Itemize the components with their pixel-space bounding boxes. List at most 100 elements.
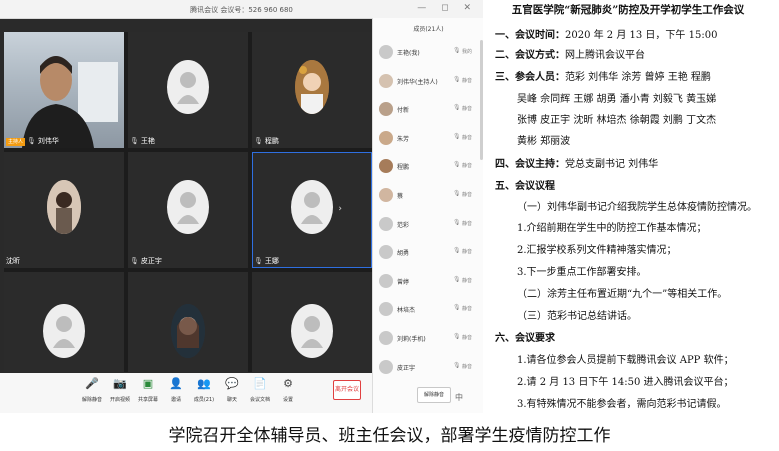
member-row[interactable]: 朱芳 🎙 静音 bbox=[373, 124, 477, 153]
attendees-line: 吴峰 佘同辉 王娜 胡勇 潘小青 刘毅飞 黄玉娣 bbox=[517, 94, 717, 105]
unmute-all-button[interactable]: 解除静音 bbox=[417, 387, 451, 403]
attendees-line: 黄彬 郑丽波 bbox=[517, 136, 571, 147]
mic-icon: 🎙 bbox=[254, 137, 263, 145]
mic-muted-icon[interactable]: 🎙 bbox=[453, 133, 461, 140]
notice-mode: 二、会议方式：网上腾讯会议平台 bbox=[495, 50, 645, 61]
agenda-item: （一）刘伟华副书记介绍我院学生总体疫情防控情况。 bbox=[517, 202, 757, 213]
requirement-item: 3.有特殊情况不能参会者，需向范彩书记请假。 bbox=[517, 399, 727, 410]
member-avatar bbox=[379, 302, 393, 317]
attendees-line: 张博 皮正宇 沈昕 林培杰 徐朝霞 刘鹏 丁文杰 bbox=[517, 115, 717, 126]
members-list: 王艳(我) 🎙 我的 刘伟华(主持人) 🎙 静音 付新 🎙 静音 朱芳 🎙 静音 程鹏 🎙 静音蔡 🎙 静音 范彩… bbox=[373, 38, 477, 381]
video-tile[interactable]: 沈昕 bbox=[4, 152, 124, 268]
unmute-button[interactable]: 🎤 解除静音 bbox=[78, 377, 106, 403]
chevron-right-icon[interactable]: › bbox=[338, 204, 342, 214]
member-status: 静音 bbox=[462, 363, 473, 370]
avatar-image-icon bbox=[295, 60, 329, 114]
avatar-placeholder bbox=[167, 180, 209, 234]
member-avatar bbox=[379, 159, 393, 174]
user-silhouette-icon bbox=[177, 72, 199, 104]
member-status: 静音 bbox=[462, 191, 473, 198]
mic-muted-icon[interactable]: 🎙 bbox=[453, 47, 461, 54]
member-status: 静音 bbox=[462, 134, 473, 141]
mic-muted-icon[interactable]: 🎙 bbox=[453, 247, 461, 254]
member-avatar bbox=[379, 130, 393, 145]
member-status: 静音 bbox=[462, 220, 473, 227]
member-status: 静音 bbox=[462, 77, 473, 84]
member-status: 静音 bbox=[462, 334, 473, 341]
start-video-button[interactable]: 📷 开启视频 bbox=[106, 377, 134, 403]
member-name: 蔡 bbox=[397, 192, 404, 200]
chat-icon: 💬 bbox=[225, 377, 239, 390]
share-screen-button[interactable]: ▣ 共享屏幕 bbox=[134, 377, 162, 403]
member-status: 静音 bbox=[462, 163, 473, 170]
mic-muted-icon[interactable]: 🎙 bbox=[453, 276, 461, 283]
video-tile[interactable]: 🎙 王艳 bbox=[128, 32, 248, 148]
notice-attendees: 三、参会人员：范彩 刘伟华 涂芳 曾婷 王艳 程鹏 bbox=[495, 72, 711, 83]
mic-muted-icon[interactable]: 🎙 bbox=[453, 362, 461, 369]
members-icon: 👥 bbox=[197, 377, 211, 390]
mic-muted-icon[interactable]: 🎙 bbox=[453, 76, 461, 83]
video-tile[interactable]: 主持人 🎙 刘伟华 bbox=[4, 32, 124, 148]
mic-muted-icon[interactable]: 🎙 bbox=[453, 104, 461, 111]
avatar-image-icon bbox=[171, 304, 205, 358]
notice-requirements-heading: 六、会议要求 bbox=[495, 333, 555, 344]
meeting-notice: 五官医学院“新冠肺炎”防控及开学初学生工作会议 一、会议时间：2020 年 2 … bbox=[483, 0, 779, 413]
member-name: 付新 bbox=[397, 107, 410, 115]
member-name: 曾婷 bbox=[397, 278, 410, 286]
avatar-image-icon bbox=[47, 180, 81, 234]
window-titlebar: 腾讯会议 会议号：526 960 680 — ◻ ✕ bbox=[0, 0, 483, 19]
window-controls[interactable]: — ◻ ✕ bbox=[417, 3, 477, 13]
requirement-item: 2.请 2 月 13 日下午 14:50 进入腾讯会议平台； bbox=[517, 377, 734, 388]
member-row[interactable]: 程鹏 🎙 静音 bbox=[373, 152, 477, 181]
mic-icon: 🎙 bbox=[130, 137, 139, 145]
video-tile-selected[interactable]: › 🎙 王娜 bbox=[252, 152, 372, 268]
member-row[interactable]: 蔡 🎙 静音 bbox=[373, 181, 477, 210]
avatar-photo bbox=[295, 60, 329, 114]
video-tile[interactable]: 🎙 程鹏 bbox=[252, 32, 372, 148]
agenda-item: （三）范彩书记总结讲话。 bbox=[517, 311, 637, 322]
agenda-item: 2.汇报学校系列文件精神落实情况； bbox=[517, 245, 677, 256]
invite-button[interactable]: 👤 邀请 bbox=[162, 377, 190, 403]
member-status: 静音 bbox=[462, 277, 473, 284]
video-tile[interactable] bbox=[128, 272, 248, 372]
avatar-photo bbox=[171, 304, 205, 358]
notice-time: 一、会议时间：2020 年 2 月 13 日，下午 15:00 bbox=[495, 30, 718, 41]
documents-button[interactable]: 📄 会议文档 bbox=[246, 377, 274, 403]
member-row[interactable]: 刘莉(手机) 🎙 静音 bbox=[373, 324, 477, 353]
member-name: 王艳(我) bbox=[397, 50, 420, 57]
member-avatar bbox=[379, 330, 393, 345]
member-row[interactable]: 胡勇 🎙 静音 bbox=[373, 238, 477, 267]
person-video-icon bbox=[22, 56, 118, 148]
member-avatar bbox=[379, 359, 393, 374]
member-row[interactable]: 皮正宇 🎙 静音 bbox=[373, 353, 477, 382]
tile-name: 主持人 🎙 刘伟华 bbox=[6, 137, 59, 146]
member-name: 林培杰 bbox=[397, 307, 416, 315]
video-tile[interactable]: 🎙 皮正宇 bbox=[128, 152, 248, 268]
tile-name: 🎙 程鹏 bbox=[254, 137, 279, 145]
input-method-icon[interactable]: 中 bbox=[455, 392, 463, 403]
mic-muted-icon[interactable]: 🎙 bbox=[453, 161, 461, 168]
mic-icon: 🎙 bbox=[130, 257, 139, 265]
settings-button[interactable]: ⚙ 设置 bbox=[274, 377, 302, 403]
member-row[interactable]: 范彩 🎙 静音 bbox=[373, 210, 477, 239]
tile-name: 🎙 皮正宇 bbox=[130, 257, 162, 265]
member-row[interactable]: 刘伟华(主持人) 🎙 静音 bbox=[373, 67, 477, 96]
members-button[interactable]: 👥 成员(21) bbox=[190, 377, 218, 403]
video-tile[interactable] bbox=[4, 272, 124, 372]
mic-muted-icon[interactable]: 🎙 bbox=[453, 333, 461, 340]
photo-caption: 学院召开全体辅导员、班主任会议，部署学生疫情防控工作 bbox=[168, 426, 611, 446]
mic-muted-icon[interactable]: 🎙 bbox=[453, 304, 461, 311]
member-row[interactable]: 林培杰 🎙 静音 bbox=[373, 295, 477, 324]
chat-button[interactable]: 💬 聊天 bbox=[218, 377, 246, 403]
leave-meeting-button[interactable]: 离开会议 bbox=[333, 380, 361, 400]
mic-muted-icon[interactable]: 🎙 bbox=[453, 190, 461, 197]
user-silhouette-icon bbox=[301, 192, 323, 224]
member-row[interactable]: 付新 🎙 静音 bbox=[373, 95, 477, 124]
video-grid: 主持人 🎙 刘伟华 🎙 王艳 🎙 程鹏 沈昕 🎙 皮正宇 › 🎙 王娜 bbox=[4, 32, 372, 372]
member-avatar bbox=[379, 187, 393, 202]
video-tile[interactable] bbox=[252, 272, 372, 372]
member-row[interactable]: 曾婷 🎙 静音 bbox=[373, 267, 477, 296]
notice-chair: 四、会议主持：党总支副书记 刘伟华 bbox=[495, 159, 659, 170]
mic-muted-icon[interactable]: 🎙 bbox=[453, 219, 461, 226]
member-row[interactable]: 王艳(我) 🎙 我的 bbox=[373, 38, 477, 67]
